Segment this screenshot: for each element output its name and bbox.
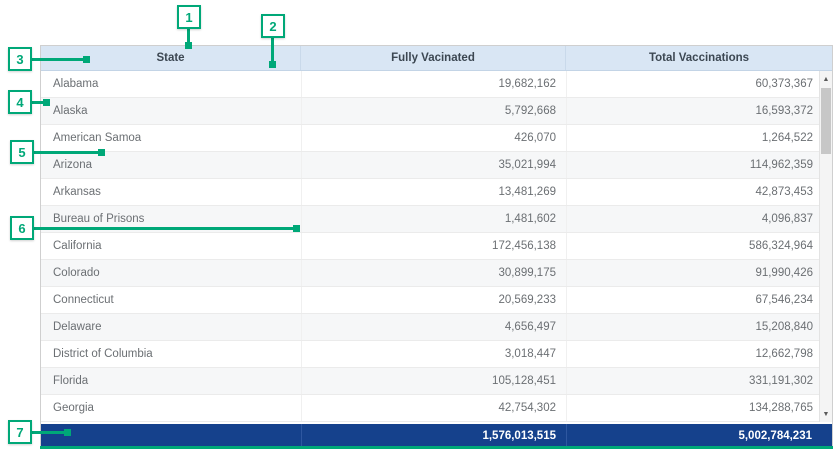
total-vaccinations-cell: 4,096,837: [566, 206, 821, 232]
state-cell: Alaska: [41, 98, 301, 124]
state-cell: Colorado: [41, 260, 301, 286]
table-row[interactable]: Florida 105,128,451 331,191,302: [41, 368, 832, 395]
total-vaccinations-cell: 60,373,367: [566, 71, 821, 97]
table-row[interactable]: Connecticut 20,569,233 67,546,234: [41, 287, 832, 314]
scroll-up-button[interactable]: ▲: [820, 72, 832, 86]
total-vaccinations-cell: 16,593,372: [566, 98, 821, 124]
totals-fully-vaccinated-cell: 1,576,013,515: [301, 424, 566, 447]
table-row[interactable]: Delaware 4,656,497 15,208,840: [41, 314, 832, 341]
totals-row: 1,576,013,515 5,002,784,231: [41, 424, 832, 447]
fully-vaccinated-cell: 1,481,602: [301, 206, 566, 232]
vaccination-table: State Fully Vacinated Total Vaccinations…: [40, 45, 833, 447]
state-cell: Florida: [41, 368, 301, 394]
total-vaccinations-cell: 67,546,234: [566, 287, 821, 313]
callout-dot-3: [83, 56, 90, 63]
table-row[interactable]: District of Columbia 3,018,447 12,662,79…: [41, 341, 832, 368]
state-cell: Arizona: [41, 152, 301, 178]
callout-dot-1: [185, 42, 192, 49]
fully-vaccinated-cell: 42,754,302: [301, 395, 566, 421]
table-row[interactable]: Alabama 19,682,162 60,373,367: [41, 71, 832, 98]
total-vaccinations-cell: 15,208,840: [566, 314, 821, 340]
callout-number: 2: [269, 19, 276, 34]
callout-number: 1: [185, 10, 192, 25]
fully-vaccinated-cell: 426,070: [301, 125, 566, 151]
scroll-down-button[interactable]: ▼: [820, 407, 832, 421]
state-cell: Delaware: [41, 314, 301, 340]
callout-3: 3: [8, 47, 32, 71]
callout-dot-4: [43, 99, 50, 106]
total-vaccinations-cell: 134,288,765: [566, 395, 821, 421]
scrollbar-thumb[interactable]: [821, 88, 831, 154]
state-cell: Georgia: [41, 395, 301, 421]
total-vaccinations-cell: 91,990,426: [566, 260, 821, 286]
table-header-row: State Fully Vacinated Total Vaccinations: [41, 46, 832, 71]
column-header-total-vaccinations[interactable]: Total Vaccinations: [566, 46, 832, 70]
fully-vaccinated-cell: 105,128,451: [301, 368, 566, 394]
state-cell: American Samoa: [41, 125, 301, 151]
callout-dot-7: [64, 429, 71, 436]
down-arrow-icon: ▼: [823, 411, 830, 418]
totals-total-vaccinations-cell: 5,002,784,231: [566, 424, 832, 447]
total-vaccinations-cell: 12,662,798: [566, 341, 821, 367]
callout-line-2: [271, 37, 274, 64]
table-row[interactable]: Arizona 35,021,994 114,962,359: [41, 152, 832, 179]
table-row[interactable]: Georgia 42,754,302 134,288,765: [41, 395, 832, 422]
vertical-scrollbar[interactable]: ▲ ▼: [819, 71, 832, 422]
callout-line-7: [31, 431, 67, 434]
callout-dot-6: [293, 225, 300, 232]
table-body: Alabama 19,682,162 60,373,367 Alaska 5,7…: [41, 71, 832, 422]
callout-4: 4: [8, 90, 32, 114]
table-row[interactable]: Arkansas 13,481,269 42,873,453: [41, 179, 832, 206]
fully-vaccinated-cell: 35,021,994: [301, 152, 566, 178]
callout-7-underline: [40, 446, 833, 449]
state-cell: District of Columbia: [41, 341, 301, 367]
table-row[interactable]: Colorado 30,899,175 91,990,426: [41, 260, 832, 287]
total-vaccinations-cell: 331,191,302: [566, 368, 821, 394]
callout-number: 7: [16, 425, 23, 440]
callout-7: 7: [8, 420, 32, 444]
callout-number: 6: [18, 221, 25, 236]
callout-number: 4: [16, 95, 23, 110]
table-row[interactable]: California 172,456,138 586,324,964: [41, 233, 832, 260]
total-vaccinations-cell: 114,962,359: [566, 152, 821, 178]
total-vaccinations-cell: 42,873,453: [566, 179, 821, 205]
totals-state-cell: [41, 424, 301, 447]
state-cell: Connecticut: [41, 287, 301, 313]
total-vaccinations-cell: 1,264,522: [566, 125, 821, 151]
fully-vaccinated-cell: 5,792,668: [301, 98, 566, 124]
callout-2: 2: [261, 14, 285, 38]
table-row[interactable]: Alaska 5,792,668 16,593,372: [41, 98, 832, 125]
callout-dot-5: [98, 149, 105, 156]
fully-vaccinated-cell: 4,656,497: [301, 314, 566, 340]
callout-1: 1: [177, 5, 201, 29]
state-cell: Alabama: [41, 71, 301, 97]
callout-line-6: [33, 227, 296, 230]
fully-vaccinated-cell: 30,899,175: [301, 260, 566, 286]
fully-vaccinated-cell: 20,569,233: [301, 287, 566, 313]
table-row[interactable]: American Samoa 426,070 1,264,522: [41, 125, 832, 152]
total-vaccinations-cell: 586,324,964: [566, 233, 821, 259]
fully-vaccinated-cell: 172,456,138: [301, 233, 566, 259]
state-cell: California: [41, 233, 301, 259]
callout-line-5: [33, 151, 101, 154]
callout-line-3: [31, 58, 86, 61]
fully-vaccinated-cell: 3,018,447: [301, 341, 566, 367]
up-arrow-icon: ▲: [823, 76, 830, 83]
callout-6: 6: [10, 216, 34, 240]
fully-vaccinated-cell: 19,682,162: [301, 71, 566, 97]
fully-vaccinated-cell: 13,481,269: [301, 179, 566, 205]
screenshot-stage: State Fully Vacinated Total Vaccinations…: [0, 0, 833, 453]
column-header-fully-vaccinated[interactable]: Fully Vacinated: [301, 46, 566, 70]
callout-number: 3: [16, 52, 23, 67]
callout-5: 5: [10, 140, 34, 164]
callout-number: 5: [18, 145, 25, 160]
state-cell: Arkansas: [41, 179, 301, 205]
callout-dot-2: [269, 61, 276, 68]
